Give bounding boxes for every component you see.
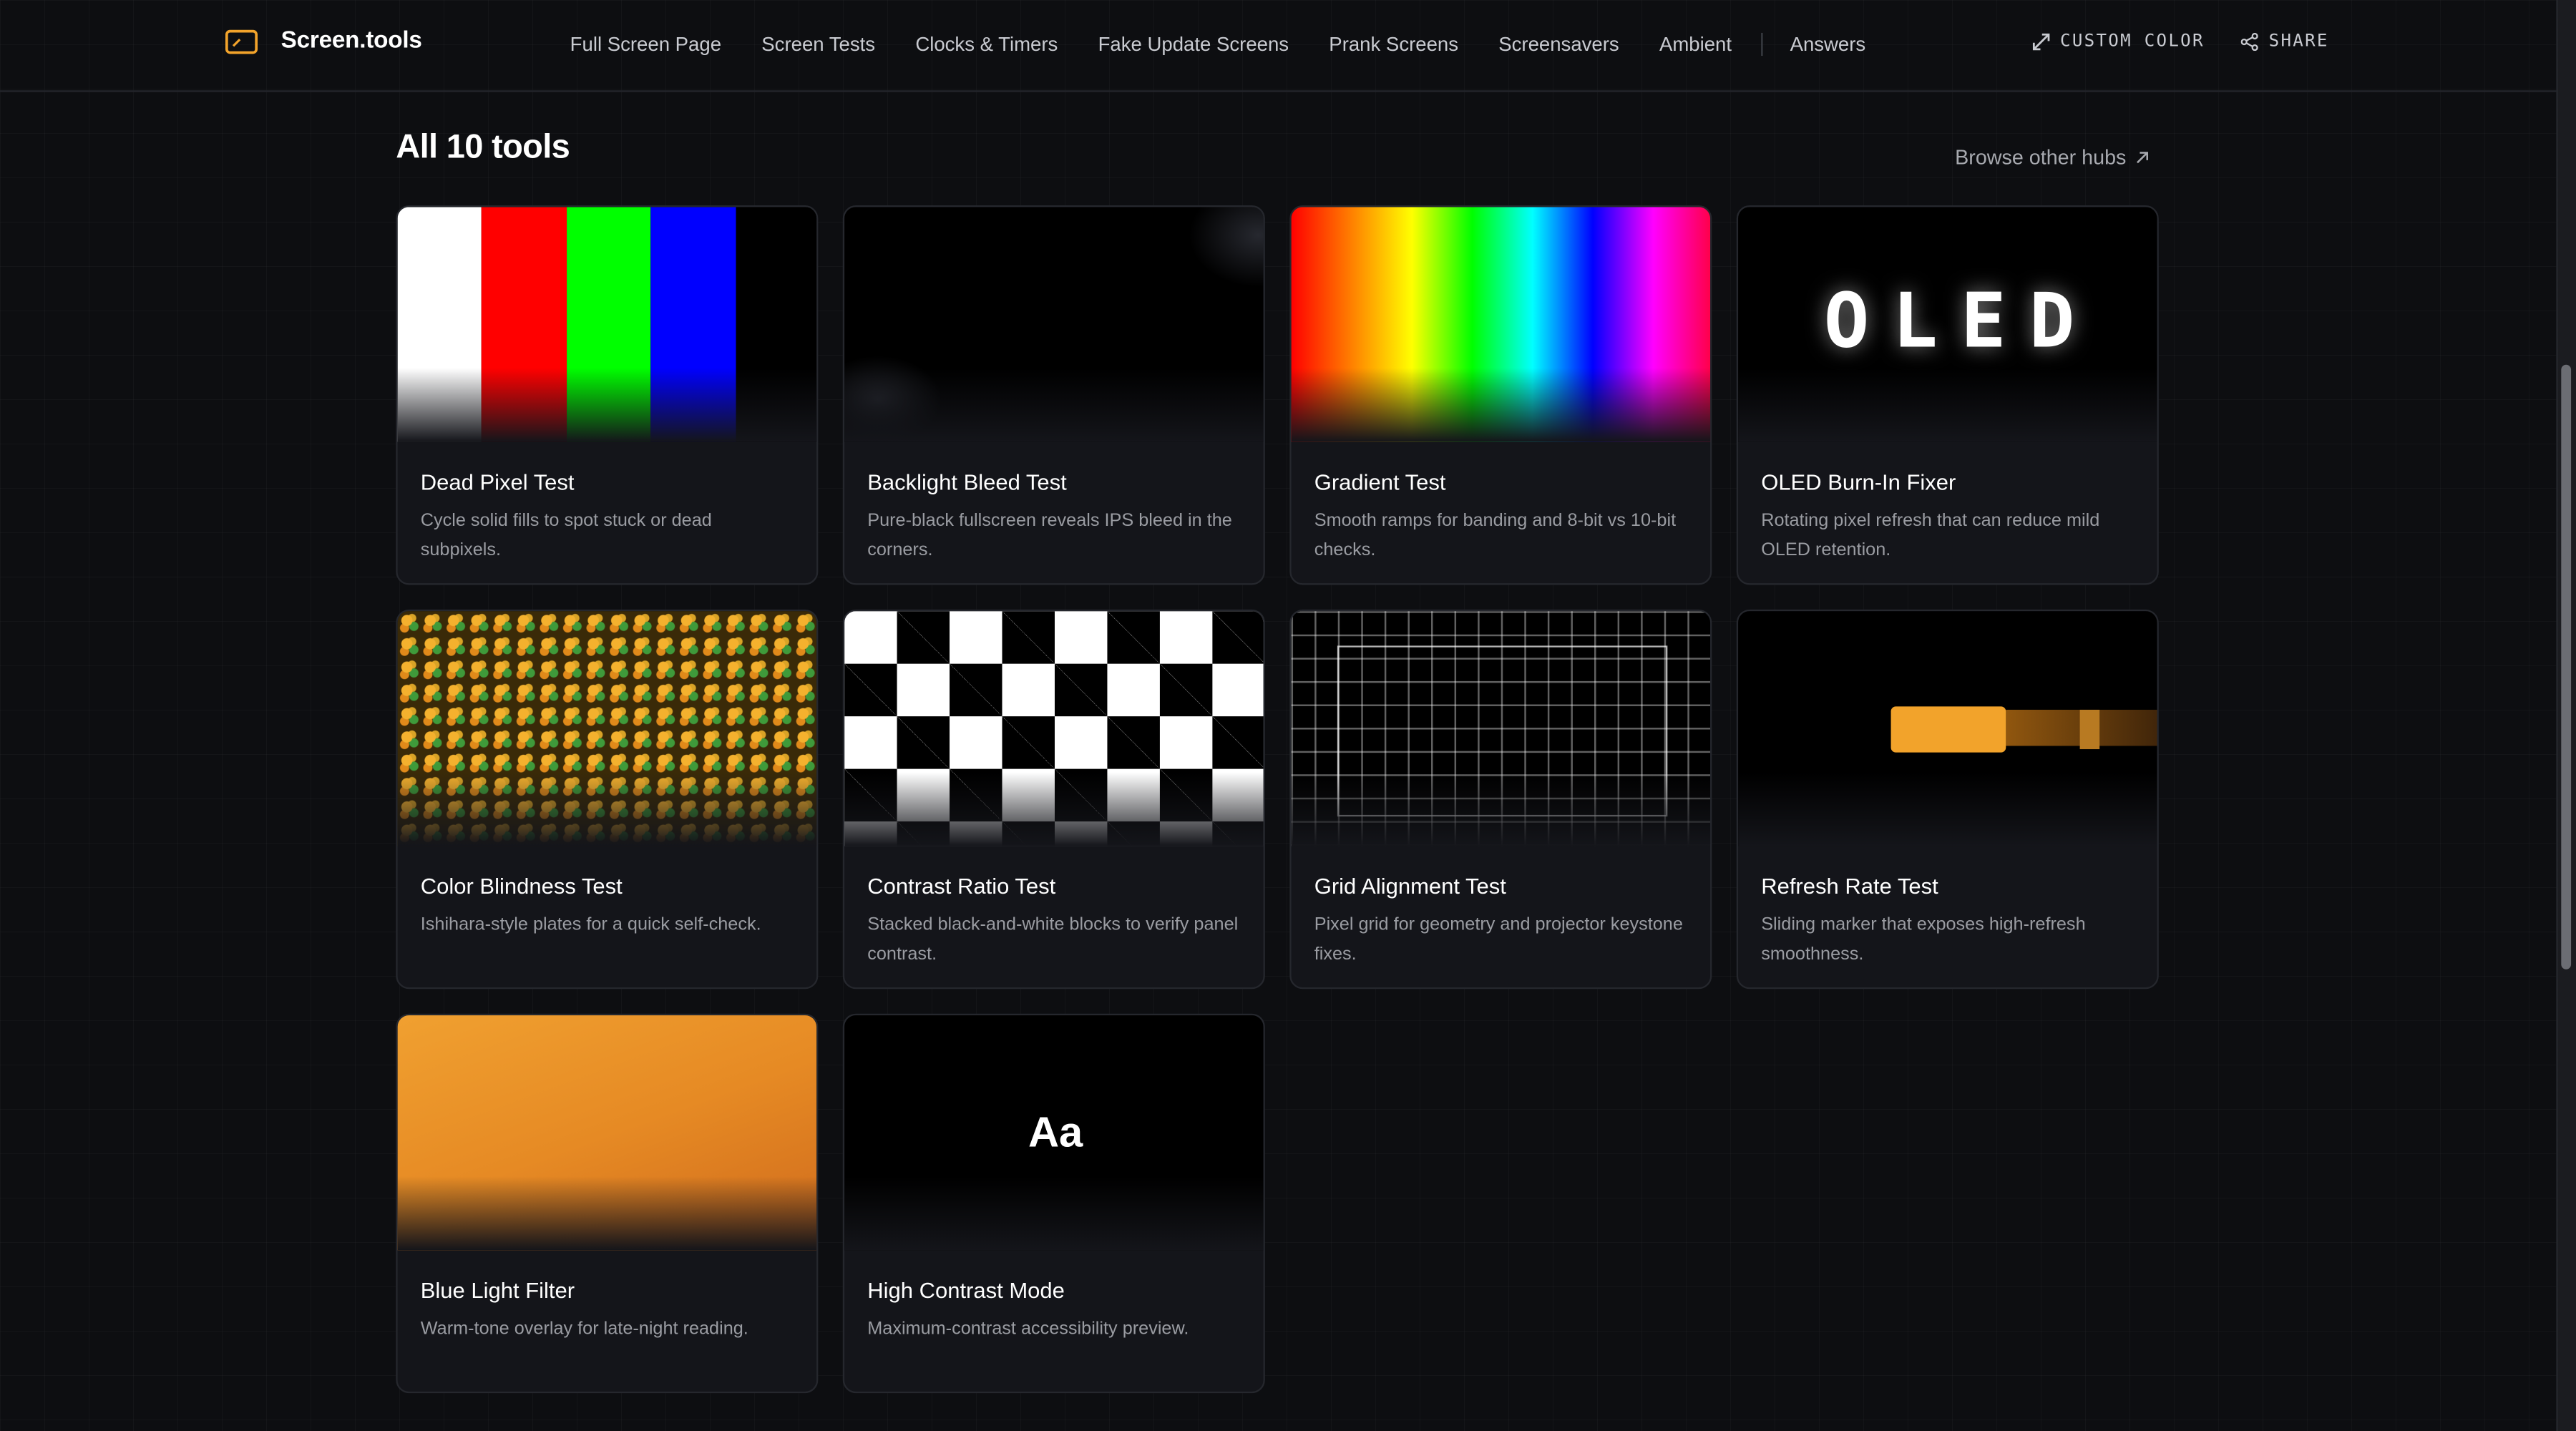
grid-inner-frame xyxy=(1337,645,1668,817)
black-bar xyxy=(735,207,817,442)
brand-name[interactable]: Screen.tools xyxy=(281,28,422,54)
nav-prank-screens[interactable]: Prank Screens xyxy=(1329,33,1458,56)
browse-link-label: Browse other hubs xyxy=(1955,146,2127,170)
card-title: Refresh Rate Test xyxy=(1761,874,1938,899)
tool-card-contrast-ratio[interactable]: Contrast Ratio Test Stacked black-and-wh… xyxy=(842,609,1265,990)
oled-preview: OLED xyxy=(1738,207,2157,442)
grid-preview xyxy=(1291,611,1711,846)
nav-screen-tests[interactable]: Screen Tests xyxy=(761,33,875,56)
main-nav: Full Screen Page Screen Tests Clocks & T… xyxy=(570,29,1906,59)
backlight-bleed-preview xyxy=(844,207,1264,442)
share-label: SHARE xyxy=(2268,31,2329,52)
card-title: Gradient Test xyxy=(1314,469,1446,495)
warm-tone-preview xyxy=(397,1015,817,1251)
browse-other-hubs-link[interactable]: Browse other hubs xyxy=(1955,146,2149,170)
custom-color-label: CUSTOM COLOR xyxy=(2060,31,2205,52)
card-description: Rotating pixel refresh that can reduce m… xyxy=(1761,511,2100,560)
tool-card-high-contrast[interactable]: Aa High Contrast Mode Maximum-contrast a… xyxy=(842,1013,1265,1394)
gradient-preview xyxy=(1291,207,1711,442)
tool-card-dead-pixel[interactable]: Dead Pixel Test Cycle solid fills to spo… xyxy=(396,205,819,585)
site-header: Screen.tools Full Screen Page Screen Tes… xyxy=(0,0,2557,92)
tool-card-oled-burn-in[interactable]: OLED OLED Burn-In Fixer Rotating pixel r… xyxy=(1736,205,2159,585)
aa-preview-text: Aa xyxy=(1028,1107,1083,1157)
tool-card-blue-light-filter[interactable]: Blue Light Filter Warm-tone overlay for … xyxy=(396,1013,819,1394)
oled-preview-text: OLED xyxy=(1823,275,2098,365)
nav-clocks-timers[interactable]: Clocks & Timers xyxy=(915,33,1058,56)
sliding-marker xyxy=(1890,706,2006,753)
card-description: Warm-tone overlay for late-night reading… xyxy=(420,1319,748,1339)
high-contrast-preview: Aa xyxy=(844,1015,1264,1251)
expand-icon xyxy=(2032,32,2050,50)
nav-ambient[interactable]: Ambient xyxy=(1659,33,1732,56)
card-description: Ishihara-style plates for a quick self-c… xyxy=(420,914,761,935)
dead-pixel-preview xyxy=(397,207,817,442)
share-button[interactable]: SHARE xyxy=(2240,31,2329,52)
green-bar xyxy=(566,207,651,442)
checkerboard-preview xyxy=(844,611,1264,846)
card-title: OLED Burn-In Fixer xyxy=(1761,469,1956,495)
share-icon xyxy=(2240,31,2258,51)
card-title: Color Blindness Test xyxy=(420,874,623,899)
card-description: Pixel grid for geometry and projector ke… xyxy=(1314,914,1683,964)
tool-card-backlight-bleed[interactable]: Backlight Bleed Test Pure-black fullscre… xyxy=(842,205,1265,585)
nav-full-screen-page[interactable]: Full Screen Page xyxy=(570,33,721,56)
card-title: Contrast Ratio Test xyxy=(867,874,1056,899)
nav-answers[interactable]: Answers xyxy=(1790,33,1866,56)
card-description: Smooth ramps for banding and 8-bit vs 10… xyxy=(1314,511,1677,560)
blue-bar xyxy=(650,207,736,442)
screen-logo-icon[interactable] xyxy=(225,29,258,54)
card-description: Sliding marker that exposes high-refresh… xyxy=(1761,914,2086,964)
card-title: High Contrast Mode xyxy=(867,1278,1065,1303)
white-bar xyxy=(397,207,482,442)
nav-fake-update-screens[interactable]: Fake Update Screens xyxy=(1098,33,1289,56)
tool-card-gradient[interactable]: Gradient Test Smooth ramps for banding a… xyxy=(1289,205,1712,585)
tool-card-grid-alignment[interactable]: Grid Alignment Test Pixel grid for geome… xyxy=(1289,609,1712,990)
tool-card-color-blindness[interactable]: Color Blindness Test Ishihara-style plat… xyxy=(396,609,819,990)
ishihara-dots-preview xyxy=(397,611,817,846)
card-title: Dead Pixel Test xyxy=(420,469,575,495)
marker-ghost xyxy=(2079,709,2100,750)
section-title: All 10 tools xyxy=(396,128,570,166)
arrow-up-right-icon xyxy=(2137,152,2149,164)
nav-divider xyxy=(1760,32,1762,57)
card-description: Cycle solid fills to spot stuck or dead … xyxy=(420,511,712,560)
red-bar xyxy=(482,207,567,442)
card-description: Pure-black fullscreen reveals IPS bleed … xyxy=(867,511,1232,560)
card-title: Grid Alignment Test xyxy=(1314,874,1506,899)
card-title: Backlight Bleed Test xyxy=(867,469,1067,495)
refresh-rate-preview xyxy=(1738,611,2157,846)
custom-color-button[interactable]: CUSTOM COLOR xyxy=(2032,31,2205,52)
scrollbar-thumb[interactable] xyxy=(2561,364,2572,970)
tool-card-refresh-rate[interactable]: Refresh Rate Test Sliding marker that ex… xyxy=(1736,609,2159,990)
card-title: Blue Light Filter xyxy=(420,1278,575,1303)
card-description: Stacked black-and-white blocks to verify… xyxy=(867,914,1239,964)
card-description: Maximum-contrast accessibility preview. xyxy=(867,1319,1189,1339)
nav-screensavers[interactable]: Screensavers xyxy=(1498,33,1619,56)
